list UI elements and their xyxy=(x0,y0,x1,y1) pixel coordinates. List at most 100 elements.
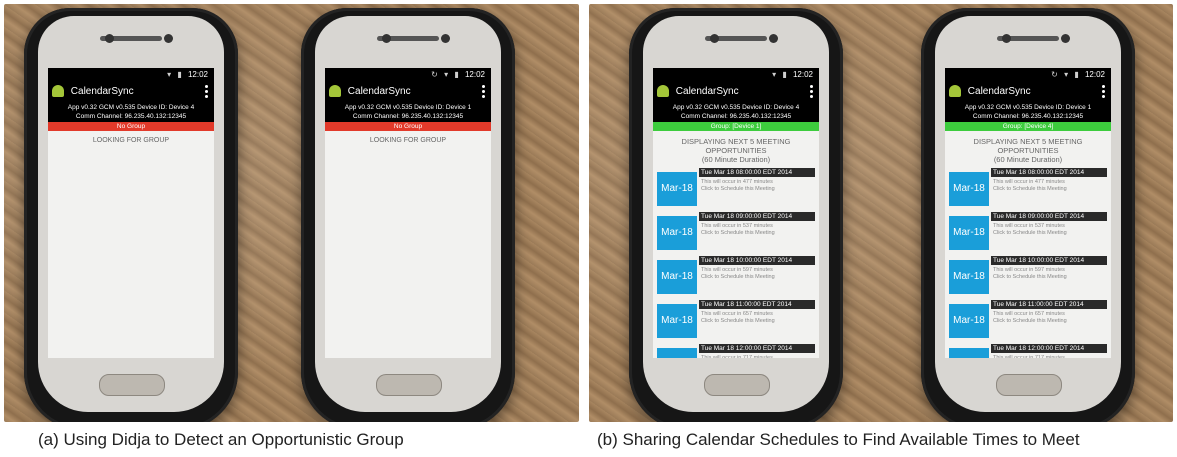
meeting-date-tile: Mar-18 xyxy=(657,304,697,338)
android-app-icon xyxy=(949,85,961,98)
android-app-icon xyxy=(52,85,64,98)
meeting-opportunity[interactable]: Mar-18 Tue Mar 18 11:00:00 EDT 2014 This w… xyxy=(657,300,819,338)
meeting-opportunity[interactable]: Mar-18Tue Mar 18 12:00:00 EDT 2014 This w… xyxy=(949,344,1111,358)
overflow-menu-icon[interactable] xyxy=(1102,85,1105,100)
meeting-list: Mar-18 Tue Mar 18 08:00:00 EDT 2014 This w… xyxy=(945,168,1111,358)
phone-bezel: ↻ ▾ ▮ 12:02 CalendarSync App v0.32 GCM v… xyxy=(935,16,1121,412)
meeting-opportunity[interactable]: Mar-18 Tue Mar 18 09:00:00 EDT 2014 This w… xyxy=(657,212,819,250)
action-bar: CalendarSync xyxy=(48,82,214,102)
group-status-bar: Group: [Device 1] xyxy=(653,122,819,131)
meeting-time-title: Tue Mar 18 08:00:00 EDT 2014 xyxy=(991,168,1107,177)
front-camera-icon xyxy=(381,34,391,43)
meeting-details: This will occur in 537 minutes Click to S… xyxy=(701,223,775,237)
schedule-meeting-link[interactable]: Click to Schedule this Meeting xyxy=(701,186,775,193)
meeting-date-tile: Mar-18 xyxy=(949,216,989,250)
phone-screen: ↻ ▾ ▮ 12:02 CalendarSync App v0.32 GCM v… xyxy=(325,68,491,358)
version-line: App v0.32 GCM v0.535 Device ID: Device 1 xyxy=(964,104,1092,111)
action-bar: CalendarSync xyxy=(325,82,491,102)
status-time: 12:02 xyxy=(464,70,485,79)
app-title: CalendarSync xyxy=(675,86,739,97)
meeting-date-tile: Mar-18 xyxy=(949,260,989,294)
device-info: App v0.32 GCM v0.535 Device ID: Device 4… xyxy=(653,102,819,122)
schedule-heading: DISPLAYING NEXT 5 MEETING OPPORTUNITIES xyxy=(973,137,1083,155)
meeting-list: Mar-18 Tue Mar 18 08:00:00 EDT 2014 This w… xyxy=(653,168,819,358)
home-button[interactable] xyxy=(996,374,1062,396)
meeting-opportunity[interactable]: Mar-18 Tue Mar 18 08:00:00 EDT 2014 This w… xyxy=(949,168,1111,206)
group-status-bar: No Group xyxy=(325,122,491,131)
phone-bezel: ▾ ▮ 12:02 CalendarSync App v0.32 GCM v0.… xyxy=(38,16,224,412)
sensor-icon xyxy=(1061,34,1071,43)
front-camera-icon xyxy=(104,34,114,43)
schedule-meeting-link[interactable]: Click to Schedule this Meeting xyxy=(701,230,775,237)
meeting-details: This will occur in 597 minutes Click to S… xyxy=(993,267,1067,281)
meeting-details: This will occur in 597 minutes Click to S… xyxy=(701,267,775,281)
meeting-date-tile: Mar-18 xyxy=(657,172,697,206)
status-bar: ↻ ▾ ▮ 12:02 xyxy=(325,68,491,82)
home-button[interactable] xyxy=(376,374,442,396)
meeting-opportunity[interactable]: Mar-18 Tue Mar 18 08:00:00 EDT 2014 This w… xyxy=(657,168,819,206)
meeting-opportunity[interactable]: Mar-18 Tue Mar 18 10:00:00 EDT 2014 This w… xyxy=(949,256,1111,294)
meeting-opportunity[interactable]: Mar-18 Tue Mar 18 11:00:00 EDT 2014 This w… xyxy=(949,300,1111,338)
app-title: CalendarSync xyxy=(967,86,1031,97)
phone-device-4: ▾ ▮ 12:02 CalendarSync App v0.32 GCM v0.… xyxy=(629,8,843,422)
home-button[interactable] xyxy=(99,374,165,396)
device-info: App v0.32 GCM v0.535 Device ID: Device 4… xyxy=(48,102,214,122)
schedule-meeting-link[interactable]: Click to Schedule this Meeting xyxy=(993,186,1067,193)
android-app-icon xyxy=(657,85,669,98)
meeting-date-tile: Mar-18 xyxy=(657,260,697,294)
meeting-details: This will occur in 657 minutes Click to S… xyxy=(993,311,1067,325)
meeting-occur-text: This will occur in 537 minutes xyxy=(993,223,1065,229)
phone-device-4: ▾ ▮ 12:02 CalendarSync App v0.32 GCM v0.… xyxy=(24,8,238,422)
meeting-details: This will occur in 717 minutesClick to S… xyxy=(993,355,1067,358)
overflow-menu-icon[interactable] xyxy=(482,85,485,100)
home-button[interactable] xyxy=(704,374,770,396)
front-camera-icon xyxy=(709,34,719,43)
schedule-meeting-link[interactable]: Click to Schedule this Meeting xyxy=(701,318,775,325)
photo-panel-a: ▾ ▮ 12:02 CalendarSync App v0.32 GCM v0.… xyxy=(4,4,579,422)
action-bar: CalendarSync xyxy=(653,82,819,102)
meeting-occur-text: This will occur in 597 minutes xyxy=(993,267,1065,273)
wifi-icon: ▾ xyxy=(772,70,777,79)
status-bar: ↻ ▾ ▮ 12:02 xyxy=(945,68,1111,82)
battery-icon: ▮ xyxy=(1074,70,1079,79)
status-bar: ▾ ▮ 12:02 xyxy=(653,68,819,82)
overflow-menu-icon[interactable] xyxy=(810,85,813,100)
action-bar: CalendarSync xyxy=(945,82,1111,102)
schedule-meeting-link[interactable]: Click to Schedule this Meeting xyxy=(993,274,1067,281)
phone-screen: ▾ ▮ 12:02 CalendarSync App v0.32 GCM v0.… xyxy=(48,68,214,358)
meeting-opportunity[interactable]: Mar-18 Tue Mar 18 10:00:00 EDT 2014 This w… xyxy=(657,256,819,294)
meeting-opportunity[interactable]: Mar-18Tue Mar 18 12:00:00 EDT 2014 This w… xyxy=(657,344,819,358)
sync-icon: ↻ xyxy=(431,70,438,79)
meeting-occur-text: This will occur in 477 minutes xyxy=(701,179,773,185)
meeting-details: This will occur in 477 minutes Click to S… xyxy=(701,179,775,193)
meeting-details: This will occur in 477 minutes Click to S… xyxy=(993,179,1067,193)
meeting-date-tile: Mar-18 xyxy=(657,216,697,250)
battery-icon: ▮ xyxy=(782,70,787,79)
meeting-occur-text: This will occur in 717 minutes xyxy=(993,355,1065,358)
wifi-icon: ▾ xyxy=(444,70,449,79)
meeting-time-title: Tue Mar 18 09:00:00 EDT 2014 xyxy=(991,212,1107,221)
overflow-menu-icon[interactable] xyxy=(205,85,208,100)
schedule-meeting-link[interactable]: Click to Schedule this Meeting xyxy=(993,230,1067,237)
app-title: CalendarSync xyxy=(70,86,134,97)
meeting-occur-text: This will occur in 657 minutes xyxy=(993,311,1065,317)
channel-line: Comm Channel: 96.235.40.132:12345 xyxy=(680,113,792,120)
meeting-occur-text: This will occur in 657 minutes xyxy=(701,311,773,317)
meeting-time-title: Tue Mar 18 09:00:00 EDT 2014 xyxy=(699,212,815,221)
schedule-meeting-link[interactable]: Click to Schedule this Meeting xyxy=(993,318,1067,325)
meeting-opportunity[interactable]: Mar-18 Tue Mar 18 09:00:00 EDT 2014 This w… xyxy=(949,212,1111,250)
meeting-occur-text: This will occur in 477 minutes xyxy=(993,179,1065,185)
status-time: 12:02 xyxy=(1084,70,1105,79)
looking-for-group-text: LOOKING FOR GROUP xyxy=(369,137,447,144)
schedule-meeting-link[interactable]: Click to Schedule this Meeting xyxy=(701,274,775,281)
android-app-icon xyxy=(329,85,341,98)
group-status-bar: No Group xyxy=(48,122,214,131)
sync-icon: ↻ xyxy=(1051,70,1058,79)
meeting-duration: (60 Minute Duration) xyxy=(701,155,771,164)
version-line: App v0.32 GCM v0.535 Device ID: Device 4 xyxy=(672,104,800,111)
looking-for-group-text: LOOKING FOR GROUP xyxy=(92,137,170,144)
meeting-time-title: Tue Mar 18 08:00:00 EDT 2014 xyxy=(699,168,815,177)
meeting-details: This will occur in 537 minutes Click to S… xyxy=(993,223,1067,237)
wifi-icon: ▾ xyxy=(167,70,172,79)
device-info: App v0.32 GCM v0.535 Device ID: Device 1… xyxy=(325,102,491,122)
